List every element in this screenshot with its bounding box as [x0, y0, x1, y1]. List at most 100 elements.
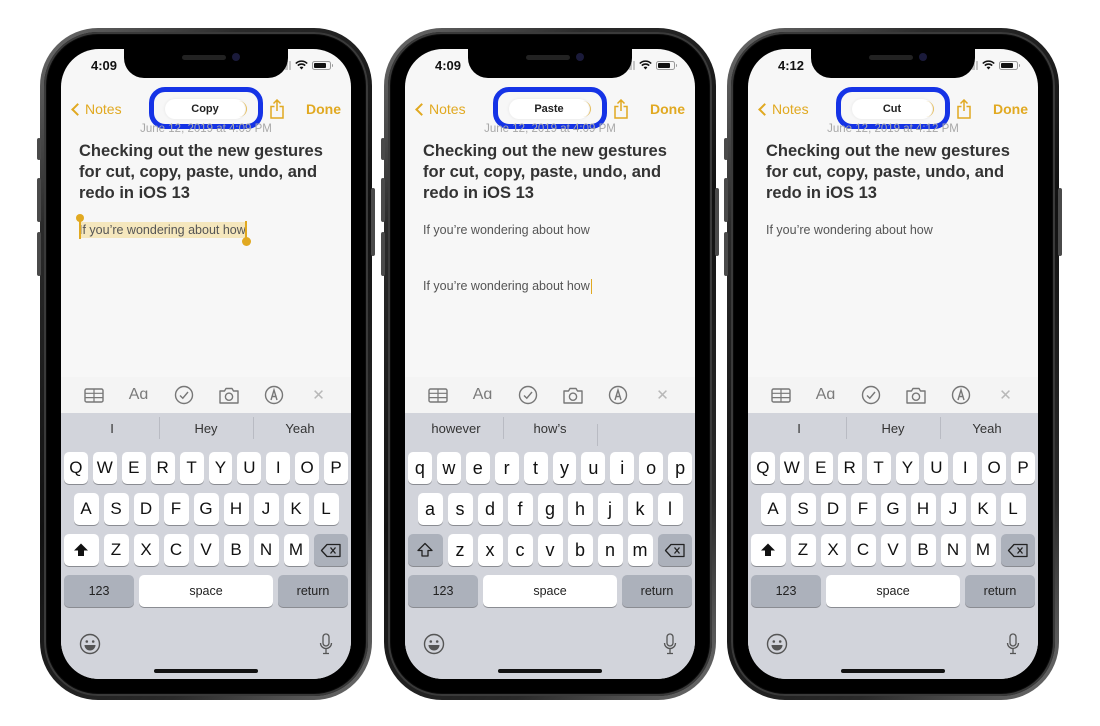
camera-icon[interactable] [216, 382, 242, 408]
home-indicator[interactable] [841, 669, 945, 673]
key-u[interactable]: U [924, 452, 949, 484]
key-r[interactable]: R [837, 452, 862, 484]
key-d[interactable]: d [477, 493, 503, 525]
key-p[interactable]: p [668, 452, 693, 484]
emoji-icon[interactable] [423, 633, 445, 655]
key-c[interactable]: C [850, 534, 876, 566]
key-x[interactable]: X [820, 534, 846, 566]
key-o[interactable]: o [639, 452, 664, 484]
key-n[interactable]: N [253, 534, 279, 566]
key-t[interactable]: T [866, 452, 891, 484]
key-w[interactable]: w [436, 452, 461, 484]
emoji-icon[interactable] [766, 633, 788, 655]
return-key[interactable]: return [965, 575, 1035, 607]
key-b[interactable]: B [910, 534, 936, 566]
microphone-icon[interactable] [319, 633, 333, 655]
key-s[interactable]: s [447, 493, 473, 525]
camera-icon[interactable] [903, 382, 929, 408]
key-l[interactable]: L [313, 493, 339, 525]
share-icon[interactable] [956, 99, 972, 119]
key-i[interactable]: I [266, 452, 291, 484]
table-icon[interactable] [768, 382, 794, 408]
key-a[interactable]: A [760, 493, 786, 525]
close-icon[interactable]: ✕ [993, 382, 1019, 408]
markup-icon[interactable] [261, 382, 287, 408]
key-v[interactable]: V [193, 534, 219, 566]
microphone-icon[interactable] [1006, 633, 1020, 655]
note-text-line[interactable]: If you’re wondering about how [766, 223, 933, 237]
return-key[interactable]: return [622, 575, 692, 607]
delete-key[interactable] [313, 534, 348, 566]
key-n[interactable]: N [940, 534, 966, 566]
key-b[interactable]: b [567, 534, 593, 566]
return-key[interactable]: return [278, 575, 348, 607]
key-a[interactable]: a [417, 493, 443, 525]
key-g[interactable]: G [193, 493, 219, 525]
key-y[interactable]: Y [208, 452, 233, 484]
key-h[interactable]: H [223, 493, 249, 525]
key-q[interactable]: Q [750, 452, 775, 484]
key-l[interactable]: L [1000, 493, 1026, 525]
numbers-key[interactable]: 123 [64, 575, 134, 607]
microphone-icon[interactable] [663, 633, 677, 655]
key-c[interactable]: c [507, 534, 533, 566]
done-button[interactable]: Done [993, 101, 1028, 117]
key-f[interactable]: F [850, 493, 876, 525]
note-title[interactable]: Checking out the new gestures for cut, c… [79, 141, 337, 204]
home-indicator[interactable] [154, 669, 258, 673]
key-s[interactable]: S [103, 493, 129, 525]
done-button[interactable]: Done [306, 101, 341, 117]
key-u[interactable]: u [581, 452, 606, 484]
done-button[interactable]: Done [650, 101, 685, 117]
key-m[interactable]: M [283, 534, 309, 566]
suggestion-2[interactable]: Hey [159, 416, 253, 439]
close-icon[interactable]: ✕ [650, 382, 676, 408]
key-f[interactable]: F [163, 493, 189, 525]
key-o[interactable]: O [295, 452, 320, 484]
markup-icon[interactable] [948, 382, 974, 408]
key-z[interactable]: z [447, 534, 473, 566]
share-icon[interactable] [269, 99, 285, 119]
table-icon[interactable] [81, 382, 107, 408]
key-q[interactable]: q [407, 452, 432, 484]
key-g[interactable]: g [537, 493, 563, 525]
key-w[interactable]: W [779, 452, 804, 484]
key-k[interactable]: k [627, 493, 653, 525]
share-icon[interactable] [613, 99, 629, 119]
space-key[interactable]: space [826, 575, 960, 607]
checklist-icon[interactable] [858, 382, 884, 408]
key-k[interactable]: K [283, 493, 309, 525]
key-u[interactable]: U [237, 452, 262, 484]
table-icon[interactable] [425, 382, 451, 408]
back-to-notes-button[interactable]: Notes [69, 101, 122, 117]
suggestion-3[interactable]: Yeah [940, 416, 1034, 439]
numbers-key[interactable]: 123 [408, 575, 478, 607]
key-g[interactable]: G [880, 493, 906, 525]
selected-text[interactable]: If you’re wondering about how [76, 214, 251, 246]
delete-key[interactable] [657, 534, 692, 566]
checklist-icon[interactable] [171, 382, 197, 408]
key-v[interactable]: v [537, 534, 563, 566]
shift-key[interactable] [64, 534, 99, 566]
camera-icon[interactable] [560, 382, 586, 408]
text-format-icon[interactable]: Aɑ [470, 382, 496, 408]
space-key[interactable]: space [483, 575, 617, 607]
shift-key[interactable] [408, 534, 443, 566]
key-d[interactable]: D [820, 493, 846, 525]
key-y[interactable]: Y [895, 452, 920, 484]
space-key[interactable]: space [139, 575, 273, 607]
key-e[interactable]: E [808, 452, 833, 484]
key-r[interactable]: R [150, 452, 175, 484]
suggestion-3[interactable]: Yeah [253, 416, 347, 439]
key-c[interactable]: C [163, 534, 189, 566]
key-x[interactable]: x [477, 534, 503, 566]
key-f[interactable]: f [507, 493, 533, 525]
numbers-key[interactable]: 123 [751, 575, 821, 607]
key-j[interactable]: J [940, 493, 966, 525]
key-m[interactable]: m [627, 534, 653, 566]
note-title[interactable]: Checking out the new gestures for cut, c… [423, 141, 681, 204]
key-o[interactable]: O [982, 452, 1007, 484]
key-a[interactable]: A [73, 493, 99, 525]
key-b[interactable]: B [223, 534, 249, 566]
suggestion-1[interactable]: I [65, 421, 159, 436]
